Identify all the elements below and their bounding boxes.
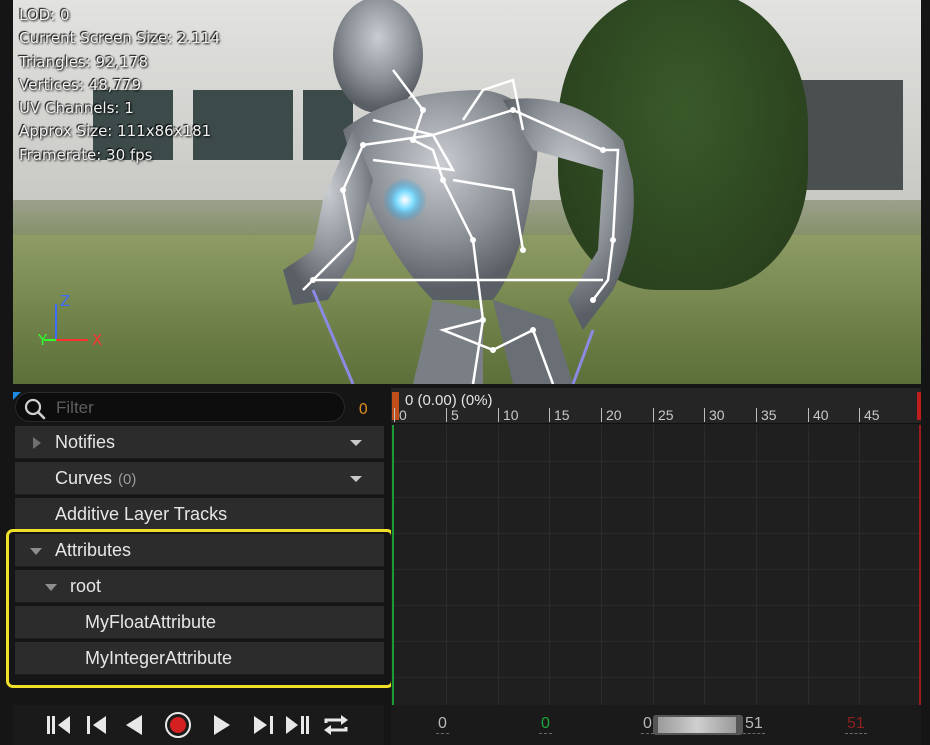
loop-icon	[324, 715, 348, 735]
ruler-tick: 20	[601, 408, 622, 422]
stat-approx-size: Approx Size: 111x86x181	[19, 122, 212, 141]
range-scrubber-thumb[interactable]	[658, 717, 736, 733]
play-reverse-icon	[126, 715, 142, 735]
skip-to-start-icon	[47, 716, 70, 734]
ruler-tick: 45	[859, 408, 880, 422]
record-button[interactable]	[163, 711, 193, 739]
expand-arrow-icon[interactable]	[33, 437, 41, 449]
playhead-line[interactable]	[392, 425, 394, 705]
track-list-panel: 0 Notifies Curves (0) Additive Layer Trac…	[13, 388, 384, 705]
skip-to-end-icon	[286, 716, 309, 734]
filter-result-count: 0	[358, 400, 368, 418]
ruler-tick: 25	[653, 408, 674, 422]
step-back-icon	[87, 716, 106, 734]
stat-triangles: Triangles: 92,178	[19, 52, 149, 71]
collapse-arrow-icon[interactable]	[45, 584, 57, 591]
range-start-frame[interactable]: 0	[641, 715, 654, 734]
end-line	[919, 425, 921, 705]
step-forward-icon	[254, 716, 273, 734]
ruler-tick: 5	[446, 408, 459, 422]
track-options-dropdown-icon[interactable]	[350, 476, 362, 482]
loop-button[interactable]	[321, 711, 351, 739]
step-back-button[interactable]	[83, 711, 113, 739]
filter-input[interactable]	[56, 398, 326, 418]
record-icon	[165, 712, 191, 738]
transport-controls	[13, 705, 384, 745]
range-end-frame[interactable]: 51	[743, 715, 765, 734]
curves-text: Curves	[55, 468, 113, 488]
ruler-tick: 40	[808, 408, 829, 422]
track-my-integer-attribute[interactable]: MyIntegerAttribute	[15, 642, 384, 675]
track-attributes[interactable]: Attributes	[15, 534, 384, 567]
view-start-frame[interactable]: 0	[436, 715, 449, 734]
track-float-attr-label: MyFloatAttribute	[85, 612, 217, 632]
viewport[interactable]: LOD: 0 Current Screen Size: 2.114 Triang…	[13, 0, 921, 384]
play-forward-button[interactable]	[207, 711, 237, 739]
track-root-label: root	[70, 576, 102, 596]
filter-row: 0	[13, 392, 384, 424]
range-scrubber[interactable]	[653, 715, 743, 735]
step-forward-button[interactable]	[247, 711, 277, 739]
track-curves-label: Curves (0)	[55, 468, 136, 489]
axis-gizmo-icon: Z Y X	[37, 292, 102, 349]
filter-box[interactable]	[15, 392, 345, 422]
stat-uv-channels: UV Channels: 1	[19, 99, 134, 118]
frame-range-bar: 0 0 0 51 51	[391, 705, 921, 745]
stat-framerate: Framerate: 30 fps	[19, 145, 153, 164]
ruler-tick: 10	[498, 408, 519, 422]
stat-vertices: Vertices: 48,779	[19, 75, 142, 94]
track-my-float-attribute[interactable]: MyFloatAttribute	[15, 606, 384, 639]
ruler-tick: 0	[394, 408, 407, 422]
track-additive-layer[interactable]: Additive Layer Tracks	[15, 498, 384, 531]
track-root[interactable]: root	[15, 570, 384, 603]
track-attributes-label: Attributes	[55, 540, 132, 560]
ruler-tick: 35	[756, 408, 777, 422]
stat-lod: LOD: 0	[19, 6, 70, 24]
viewport-stats: LOD: 0 Current Screen Size: 2.114 Triang…	[19, 4, 220, 167]
axis-x-label: X	[92, 331, 102, 349]
view-end-frame[interactable]: 51	[845, 715, 867, 734]
current-frame[interactable]: 0	[539, 715, 552, 734]
axis-y-label: Y	[37, 331, 48, 349]
play-icon	[214, 715, 230, 735]
axis-z-label: Z	[60, 292, 70, 310]
collapse-arrow-icon[interactable]	[30, 548, 42, 555]
timeline-panel[interactable]: 0 (0.00) (0%) 0 5 10 15 20 25 30 35 40 4…	[391, 388, 921, 705]
track-curves[interactable]: Curves (0)	[15, 462, 384, 495]
timeline-grid[interactable]	[391, 425, 921, 705]
track-options-dropdown-icon[interactable]	[350, 440, 362, 446]
track-int-attr-label: MyIntegerAttribute	[85, 648, 233, 668]
track-additive-label: Additive Layer Tracks	[55, 504, 228, 524]
search-icon	[24, 398, 46, 420]
ruler-tick: 15	[549, 408, 570, 422]
stat-screen-size: Current Screen Size: 2.114	[19, 29, 220, 48]
go-to-end-button[interactable]	[281, 711, 311, 739]
track-notifies-label: Notifies	[55, 432, 116, 452]
go-to-start-button[interactable]	[45, 711, 75, 739]
current-time-readout: 0 (0.00) (0%)	[405, 392, 493, 409]
time-ruler[interactable]: 0 (0.00) (0%) 0 5 10 15 20 25 30 35 40 4…	[391, 388, 921, 424]
play-reverse-button[interactable]	[119, 711, 149, 739]
ruler-tick: 30	[704, 408, 725, 422]
end-marker[interactable]	[917, 392, 921, 420]
curves-count: (0)	[118, 471, 137, 488]
track-notifies[interactable]: Notifies	[15, 426, 384, 459]
